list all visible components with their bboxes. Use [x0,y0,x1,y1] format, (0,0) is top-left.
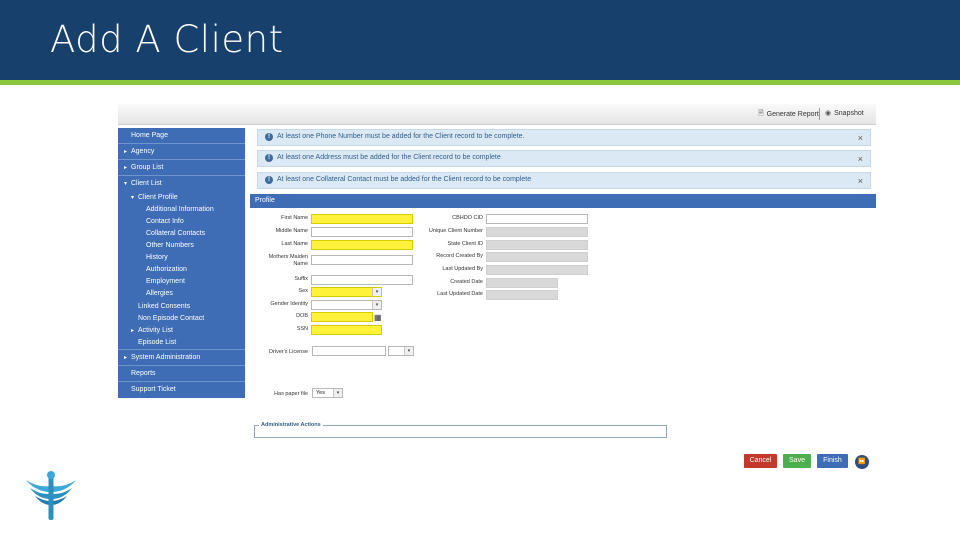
info-icon: ! [265,154,273,162]
ssn-label: SSN [296,326,308,332]
sidebar-item-linked-consents[interactable]: Linked Consents [118,301,245,313]
save-button[interactable]: Save [783,454,811,468]
sex-label: Sex [298,288,308,294]
gender-identity-select[interactable]: ▾ [311,300,382,310]
close-icon[interactable]: × [858,154,863,164]
last-name-field[interactable] [311,240,413,250]
sidebar-item-activity-list[interactable]: ▸ Activity List [118,325,245,337]
ssn-field[interactable] [311,325,382,335]
sidebar-item-client-list[interactable]: ▾ Client List [118,176,245,192]
chevron-down-icon: ▾ [124,181,128,187]
info-icon: ! [265,133,273,141]
sex-select[interactable]: ▾ [311,287,382,297]
alert-phone-required: ! At least one Phone Number must be adde… [257,129,871,146]
generate-report-button[interactable]: 🗎 Generate Report [758,109,819,120]
suffix-label: Suffix [294,276,308,282]
chevron-down-icon: ▾ [333,389,342,397]
cbhdo-cid-field[interactable] [486,214,588,224]
last-updated-date-field [486,290,558,300]
administrative-actions-panel: Administrative Actions [254,422,667,438]
close-icon[interactable]: × [858,133,863,143]
sidebar-item-reports[interactable]: Reports [118,366,245,382]
close-icon[interactable]: × [858,176,863,186]
unique-client-number-field [486,227,588,237]
drivers-license-field[interactable] [312,346,386,356]
sidebar: Home Page ▸ Agency ▸ Group List ▾ Client… [118,128,245,398]
middle-name-field[interactable] [311,227,413,237]
first-name-field[interactable] [311,214,413,224]
last-updated-by-field [486,265,588,275]
gender-identity-label: Gender Identity [270,301,308,307]
slide-title: Add A Client [50,18,284,61]
sidebar-item-episode-list[interactable]: Episode List [118,337,245,350]
calendar-icon[interactable]: ▦ [374,313,382,322]
chevron-right-icon: ▸ [124,355,128,361]
last-updated-by-label: Last Updated By [442,266,483,272]
drivers-license-state-select[interactable]: ▾ [388,346,414,356]
sidebar-subitem[interactable]: Collateral Contacts [118,228,245,240]
unique-client-number-label: Unique Client Number [428,228,483,234]
state-client-id-label: State Client ID [447,241,483,247]
chevron-down-icon: ▾ [404,347,413,355]
snapshot-button[interactable]: ◉ Snapshot [825,109,864,118]
record-created-by-field [486,252,588,262]
snapshot-icon: ◉ [825,110,832,117]
mothers-maiden-label: Mothers Maiden [268,254,308,260]
last-name-label: Last Name [281,241,308,247]
created-date-field [486,278,558,288]
cbhdo-cid-label: CBHDO CID [452,215,483,221]
sidebar-subitem[interactable]: Authorization [118,264,245,276]
sidebar-subitem[interactable]: Other Numbers [118,240,245,252]
fast-forward-icon[interactable]: ⏩ [855,455,869,469]
logo-icon [26,471,76,520]
drivers-license-label: Driver's License [269,349,308,355]
sidebar-subitem[interactable]: Employment [118,276,245,288]
record-created-by-label: Record Created By [436,253,483,259]
finish-button[interactable]: Finish [817,454,848,468]
chevron-down-icon: ▾ [372,288,381,296]
sidebar-subitem[interactable]: Allergies [118,288,245,300]
profile-section-header: Profile [250,194,876,208]
alert-collateral-required: ! At least one Collateral Contact must b… [257,172,871,189]
sidebar-item-support-ticket[interactable]: Support Ticket [118,382,245,398]
sidebar-subitem[interactable]: Additional Information [118,204,245,216]
dob-label: DOB [296,313,308,319]
sidebar-item-system-administration[interactable]: ▸ System Administration [118,350,245,366]
created-date-label: Created Date [450,279,483,285]
generate-report-icon: 🗎 [758,110,764,117]
alert-address-required: ! At least one Address must be added for… [257,150,871,167]
toolbar-separator [819,108,820,120]
cancel-button[interactable]: Cancel [744,454,777,468]
has-paper-file-select[interactable]: Yes ▾ [312,388,343,398]
last-updated-date-label: Last Updated Date [437,291,483,297]
sidebar-item-agency[interactable]: ▸ Agency [118,144,245,160]
slide-accent-rule [0,80,960,85]
dob-field[interactable] [311,312,373,322]
chevron-right-icon: ▸ [124,165,128,171]
has-paper-file-label: Has paper file [274,391,308,397]
sidebar-item-home[interactable]: Home Page [118,128,245,144]
sidebar-item-non-episode-contact[interactable]: Non Episode Contact [118,313,245,325]
chevron-right-icon: ▸ [131,328,135,334]
sidebar-item-client-profile[interactable]: ▾ Client Profile [118,192,245,204]
suffix-field[interactable] [311,275,413,285]
sidebar-item-group-list[interactable]: ▸ Group List [118,160,245,176]
mothers-maiden-field[interactable] [311,255,413,265]
info-icon: ! [265,176,273,184]
sidebar-subitem[interactable]: History [118,252,245,264]
middle-name-label: Middle Name [275,228,308,234]
chevron-down-icon: ▾ [372,301,381,309]
first-name-label: First Name [281,215,308,221]
sidebar-subitem[interactable]: Contact Info [118,216,245,228]
state-client-id-field [486,240,588,250]
toolbar: 🗎 Generate Report ◉ Snapshot [118,104,876,125]
app-screenshot: 🗎 Generate Report ◉ Snapshot Home Page ▸… [118,104,876,476]
chevron-down-icon: ▾ [131,195,135,201]
chevron-right-icon: ▸ [124,149,128,155]
mothers-maiden-label-2: Name [293,261,308,267]
